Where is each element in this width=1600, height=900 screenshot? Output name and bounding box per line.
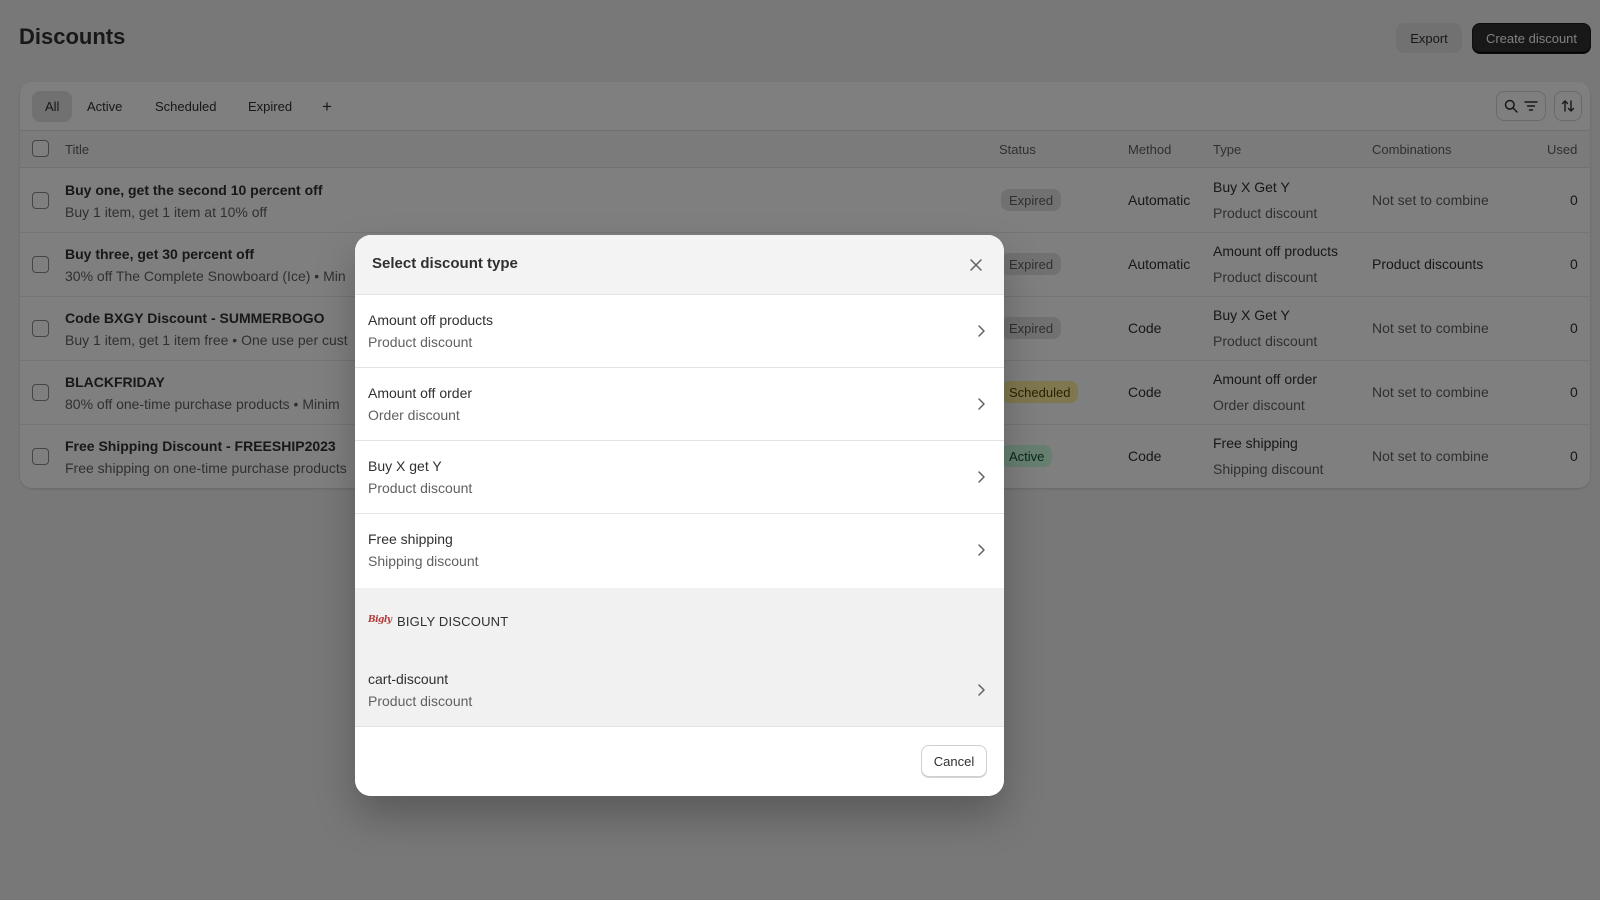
bigly-logo-icon: Bigly [368,615,392,625]
option-title: Free shipping [368,531,453,547]
close-icon [970,259,982,271]
chevron-right-icon [978,684,985,696]
option-amount-off-order[interactable]: Amount off order Order discount [355,368,1004,441]
option-title: Amount off products [368,312,494,328]
option-title: Amount off order [368,385,473,401]
modal-title: Select discount type [372,255,518,272]
app-name: BIGLY DISCOUNT [397,614,509,629]
option-subtitle: Product discount [368,480,473,496]
chevron-right-icon [978,544,985,556]
option-title: cart-discount [368,671,449,687]
option-subtitle: Product discount [368,334,473,350]
select-discount-type-modal: Select discount type Amount off products… [355,235,1004,796]
app-section-header: Bigly BIGLY DISCOUNT [355,588,1004,654]
cancel-button[interactable]: Cancel [921,745,987,777]
chevron-right-icon [978,325,985,337]
option-free-shipping[interactable]: Free shipping Shipping discount [355,514,1004,587]
chevron-right-icon [978,398,985,410]
option-buy-x-get-y[interactable]: Buy X get Y Product discount [355,441,1004,514]
close-button[interactable] [966,255,986,275]
option-subtitle: Order discount [368,407,460,423]
modal-header: Select discount type [355,235,1004,295]
chevron-right-icon [978,471,985,483]
option-subtitle: Product discount [368,693,473,709]
option-amount-off-products[interactable]: Amount off products Product discount [355,295,1004,368]
modal-footer: Cancel [355,727,1004,796]
option-subtitle: Shipping discount [368,553,479,569]
option-title: Buy X get Y [368,458,442,474]
option-cart-discount[interactable]: cart-discount Product discount [355,654,1004,727]
